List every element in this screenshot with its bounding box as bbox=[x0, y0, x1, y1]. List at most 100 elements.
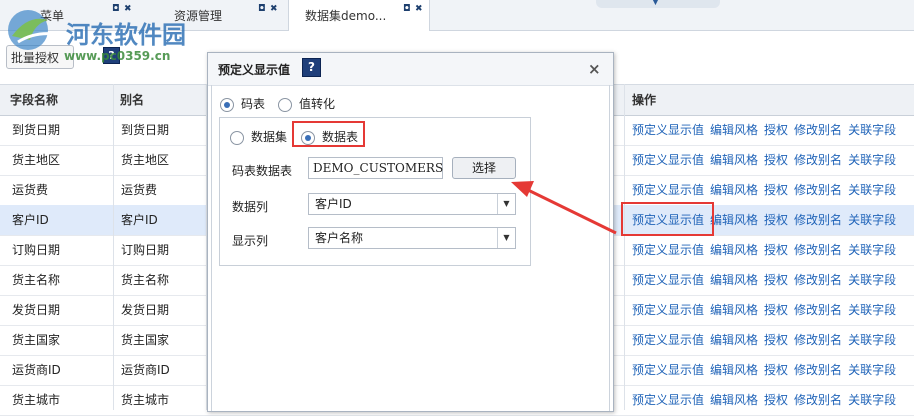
action-link-field[interactable]: 关联字段 bbox=[848, 183, 896, 197]
action-edit-alias[interactable]: 修改别名 bbox=[794, 393, 842, 407]
cell-field-name: 运货费 bbox=[12, 183, 49, 197]
action-edit-style[interactable]: 编辑风格 bbox=[710, 363, 758, 377]
action-authorize[interactable]: 授权 bbox=[764, 183, 788, 197]
row-actions: 预定义显示值 编辑风格 授权 修改别名 关联字段 bbox=[632, 175, 902, 205]
watermark-title: 河东软件园 bbox=[66, 20, 186, 49]
row-actions: 预定义显示值 编辑风格 授权 修改别名 关联字段 bbox=[632, 295, 902, 325]
action-authorize[interactable]: 授权 bbox=[764, 333, 788, 347]
code-table-panel: 数据集 数据表 码表数据表 DEMO_CUSTOMERS 选择 数据列 客户ID… bbox=[219, 117, 531, 266]
action-link-field[interactable]: 关联字段 bbox=[848, 303, 896, 317]
cell-field-name: 到货日期 bbox=[12, 123, 61, 137]
action-edit-style[interactable]: 编辑风格 bbox=[710, 333, 758, 347]
cell-field-name: 发货日期 bbox=[12, 303, 61, 317]
action-edit-style[interactable]: 编辑风格 bbox=[710, 183, 758, 197]
action-authorize[interactable]: 授权 bbox=[764, 123, 788, 137]
action-edit-style[interactable]: 编辑风格 bbox=[710, 273, 758, 287]
action-edit-alias[interactable]: 修改别名 bbox=[794, 213, 842, 227]
predefined-display-dialog: 预定义显示值 ? × 码表 值转化 数据集 数据表 码表数据表 DEMO_CUS… bbox=[207, 52, 614, 412]
action-authorize[interactable]: 授权 bbox=[764, 243, 788, 257]
cell-alias: 订购日期 bbox=[121, 243, 170, 257]
action-link-field[interactable]: 关联字段 bbox=[848, 153, 896, 167]
help-icon[interactable]: ? bbox=[302, 58, 321, 77]
restore-icon[interactable]: ◘ bbox=[258, 4, 266, 14]
header-alias: 别名 bbox=[120, 93, 145, 107]
action-edit-alias[interactable]: 修改别名 bbox=[794, 363, 842, 377]
action-link-field[interactable]: 关联字段 bbox=[848, 273, 896, 287]
action-edit-alias[interactable]: 修改别名 bbox=[794, 243, 842, 257]
action-edit-style[interactable]: 编辑风格 bbox=[710, 213, 758, 227]
radio-value-convert[interactable]: 值转化 bbox=[278, 95, 335, 112]
close-icon[interactable]: × bbox=[588, 60, 601, 78]
action-edit-alias[interactable]: 修改别名 bbox=[794, 153, 842, 167]
action-authorize[interactable]: 授权 bbox=[764, 273, 788, 287]
dropdown-arrow-icon: ▼ bbox=[497, 194, 515, 214]
action-predefined-display[interactable]: 预定义显示值 bbox=[632, 333, 704, 347]
cell-alias: 货主地区 bbox=[121, 153, 170, 167]
action-link-field[interactable]: 关联字段 bbox=[848, 363, 896, 377]
action-link-field[interactable]: 关联字段 bbox=[848, 333, 896, 347]
action-authorize[interactable]: 授权 bbox=[764, 363, 788, 377]
watermark-logo bbox=[8, 10, 55, 50]
action-authorize[interactable]: 授权 bbox=[764, 393, 788, 407]
row-actions: 预定义显示值 编辑风格 授权 修改别名 关联字段 bbox=[632, 235, 902, 265]
tab-label: 数据集demo... bbox=[305, 9, 387, 23]
radio-unchecked-icon bbox=[278, 97, 292, 112]
action-link-field[interactable]: 关联字段 bbox=[848, 243, 896, 257]
action-authorize[interactable]: 授权 bbox=[764, 303, 788, 317]
radio-checked-icon bbox=[220, 97, 234, 112]
action-predefined-display[interactable]: 预定义显示值 bbox=[632, 393, 704, 407]
action-edit-style[interactable]: 编辑风格 bbox=[710, 153, 758, 167]
row-actions: 预定义显示值 编辑风格 授权 修改别名 关联字段 bbox=[632, 115, 902, 145]
radio-code-table[interactable]: 码表 bbox=[220, 95, 265, 112]
action-predefined-display[interactable]: 预定义显示值 bbox=[632, 153, 704, 167]
action-predefined-display[interactable]: 预定义显示值 bbox=[632, 123, 704, 137]
action-edit-alias[interactable]: 修改别名 bbox=[794, 333, 842, 347]
action-edit-alias[interactable]: 修改别名 bbox=[794, 273, 842, 287]
action-edit-alias[interactable]: 修改别名 bbox=[794, 303, 842, 317]
tab-dataset-demo[interactable]: 数据集demo... ◘ ✖ bbox=[288, 0, 430, 31]
radio-label: 值转化 bbox=[299, 97, 336, 111]
action-link-field[interactable]: 关联字段 bbox=[848, 213, 896, 227]
action-predefined-display[interactable]: 预定义显示值 bbox=[632, 363, 704, 377]
action-predefined-display[interactable]: 预定义显示值 bbox=[632, 303, 704, 317]
header-field-name: 字段名称 bbox=[10, 93, 59, 107]
action-authorize[interactable]: 授权 bbox=[764, 213, 788, 227]
cell-field-name: 货主城市 bbox=[12, 393, 61, 407]
chevron-down-icon: ▼ bbox=[652, 0, 659, 7]
action-authorize[interactable]: 授权 bbox=[764, 153, 788, 167]
action-edit-style[interactable]: 编辑风格 bbox=[710, 123, 758, 137]
cell-field-name: 订购日期 bbox=[12, 243, 61, 257]
close-icon[interactable]: ✖ bbox=[415, 4, 423, 14]
close-icon[interactable]: ✖ bbox=[270, 4, 278, 14]
action-edit-alias[interactable]: 修改别名 bbox=[794, 123, 842, 137]
action-link-field[interactable]: 关联字段 bbox=[848, 393, 896, 407]
data-column-value: 客户ID bbox=[315, 197, 352, 211]
cell-field-name: 货主名称 bbox=[12, 273, 61, 287]
cell-alias: 运货商ID bbox=[121, 363, 170, 377]
code-table-input[interactable]: DEMO_CUSTOMERS bbox=[308, 157, 443, 179]
action-edit-style[interactable]: 编辑风格 bbox=[710, 393, 758, 407]
display-column-select[interactable]: 客户名称 ▼ bbox=[308, 227, 516, 249]
action-edit-alias[interactable]: 修改别名 bbox=[794, 183, 842, 197]
action-predefined-display[interactable]: 预定义显示值 bbox=[632, 183, 704, 197]
collapse-handle[interactable]: ▼ bbox=[596, 0, 720, 8]
radio-label: 数据集 bbox=[251, 130, 288, 144]
cell-alias: 货主城市 bbox=[121, 393, 170, 407]
watermark-url: www.pc0359.cn bbox=[64, 49, 171, 63]
dialog-title: 预定义显示值 bbox=[218, 63, 291, 77]
cell-alias: 货主名称 bbox=[121, 273, 170, 287]
radio-dataset[interactable]: 数据集 bbox=[230, 128, 287, 145]
radio-label: 码表 bbox=[241, 97, 266, 111]
row-actions: 预定义显示值 编辑风格 授权 修改别名 关联字段 bbox=[632, 385, 902, 415]
action-edit-style[interactable]: 编辑风格 bbox=[710, 243, 758, 257]
restore-icon[interactable]: ◘ bbox=[403, 4, 411, 14]
action-link-field[interactable]: 关联字段 bbox=[848, 123, 896, 137]
action-predefined-display[interactable]: 预定义显示值 bbox=[632, 273, 704, 287]
dialog-titlebar[interactable]: 预定义显示值 ? × bbox=[208, 53, 613, 86]
data-column-select[interactable]: 客户ID ▼ bbox=[308, 193, 516, 215]
action-predefined-display[interactable]: 预定义显示值 bbox=[632, 243, 704, 257]
header-actions: 操作 bbox=[632, 93, 657, 107]
cell-field-name: 货主国家 bbox=[12, 333, 61, 347]
action-edit-style[interactable]: 编辑风格 bbox=[710, 303, 758, 317]
select-button[interactable]: 选择 bbox=[452, 157, 516, 179]
